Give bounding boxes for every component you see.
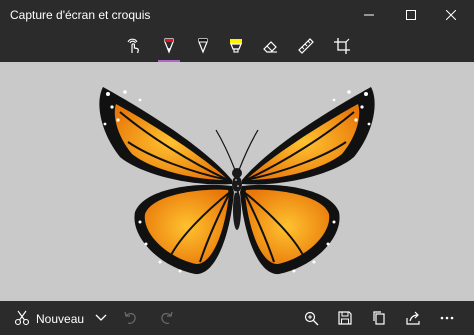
ballpoint-pen-button[interactable] (155, 33, 183, 62)
touch-writing-icon (127, 38, 139, 54)
share-button[interactable] (399, 306, 427, 330)
minimize-button[interactable] (346, 0, 392, 30)
more-icon (440, 316, 454, 320)
zoom-button[interactable] (297, 306, 325, 330)
highlighter-button[interactable] (222, 33, 250, 59)
undo-button[interactable] (117, 306, 145, 330)
crop-icon (334, 38, 350, 54)
undo-icon (124, 311, 136, 324)
window-title: Capture d'écran et croquis (10, 8, 151, 22)
bottom-bar: Nouveau (0, 301, 474, 335)
touch-writing-button[interactable] (120, 33, 148, 59)
more-button[interactable] (433, 306, 461, 330)
maximize-icon (406, 10, 416, 20)
redo-button[interactable] (152, 306, 180, 330)
close-icon (446, 10, 456, 20)
crop-button[interactable] (328, 33, 356, 59)
ballpoint-pen-icon (164, 38, 174, 54)
ruler-icon (298, 38, 314, 54)
capture-canvas[interactable] (0, 62, 474, 301)
new-snip-dropdown[interactable] (87, 306, 115, 330)
butterfly-image (99, 87, 375, 275)
save-icon (338, 311, 352, 325)
new-snip-icon (14, 310, 30, 326)
copy-icon (373, 311, 385, 325)
ruler-button[interactable] (292, 33, 320, 59)
eraser-icon (263, 41, 277, 53)
title-bar: Capture d'écran et croquis (0, 0, 474, 30)
save-button[interactable] (331, 306, 359, 330)
drawing-toolbar (0, 30, 474, 62)
close-button[interactable] (428, 0, 474, 30)
pencil-button[interactable] (189, 33, 217, 59)
new-snip-label[interactable]: Nouveau (36, 312, 84, 326)
zoom-icon (304, 311, 319, 326)
highlighter-icon (230, 39, 242, 53)
eraser-button[interactable] (256, 33, 284, 59)
pencil-icon (198, 38, 208, 54)
minimize-icon (364, 14, 374, 16)
share-icon (406, 311, 420, 325)
copy-button[interactable] (365, 306, 393, 330)
dropdown-chevron-icon (95, 314, 107, 321)
new-snip-button[interactable] (8, 306, 36, 330)
redo-icon (161, 311, 173, 324)
